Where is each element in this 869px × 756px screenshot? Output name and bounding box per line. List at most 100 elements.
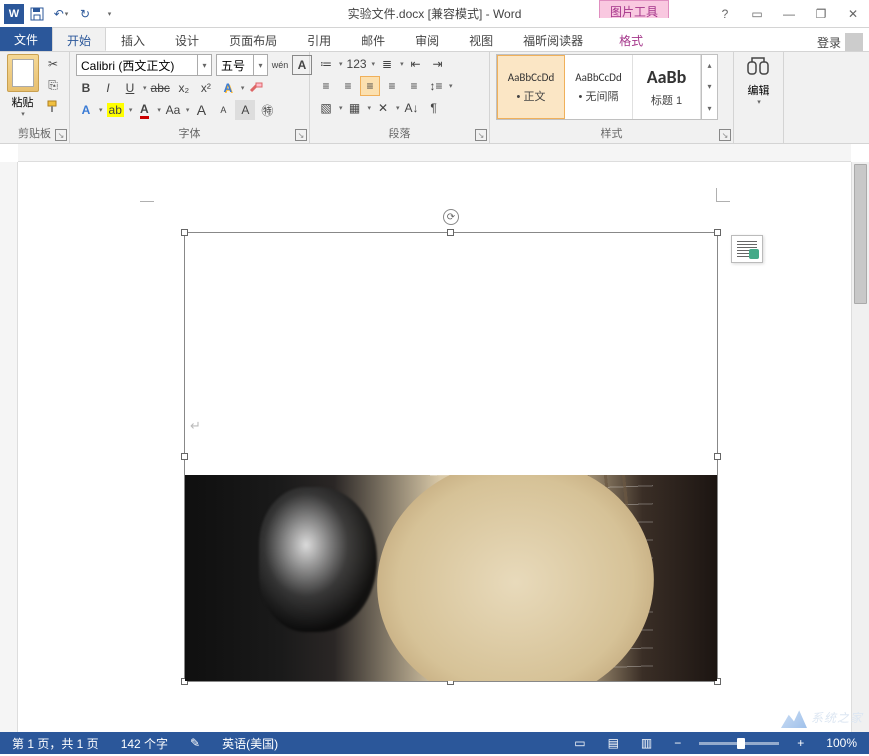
borders-button[interactable]: ▦ xyxy=(345,98,365,118)
qat-customize[interactable]: ▾ xyxy=(98,3,120,25)
tab-layout[interactable]: 页面布局 xyxy=(214,27,292,51)
line-spacing-button[interactable]: ↕≡ xyxy=(426,76,446,96)
numbering-button[interactable]: 123 xyxy=(345,54,369,74)
increase-indent-button[interactable]: ⇥ xyxy=(428,54,448,74)
avatar-icon xyxy=(845,33,863,51)
vertical-ruler[interactable] xyxy=(0,162,18,732)
resize-handle-ml[interactable] xyxy=(181,453,188,460)
style-normal[interactable]: AaBbCcDd • 正文 xyxy=(497,55,565,119)
horizontal-ruler[interactable] xyxy=(18,144,851,162)
tab-picture-format[interactable]: 格式 xyxy=(604,27,658,51)
tab-insert[interactable]: 插入 xyxy=(106,27,160,51)
paragraph-launcher[interactable]: ↘ xyxy=(475,129,487,141)
align-center-button[interactable]: ≡ xyxy=(338,76,358,96)
tab-references[interactable]: 引用 xyxy=(292,27,346,51)
text-effects2-button[interactable]: A xyxy=(76,100,96,120)
redo-button[interactable]: ↻ xyxy=(74,3,96,25)
show-marks-button[interactable]: ¶ xyxy=(424,98,444,118)
format-painter-button[interactable] xyxy=(43,96,63,116)
resize-handle-tm[interactable] xyxy=(447,229,454,236)
superscript-button[interactable]: x² xyxy=(196,78,216,98)
align-right-button[interactable]: ≡ xyxy=(360,76,380,96)
bullets-button[interactable]: ≔ xyxy=(316,54,336,74)
zoom-out-button[interactable]: − xyxy=(670,732,685,754)
shading-button[interactable]: ▧ xyxy=(316,98,336,118)
justify-button[interactable]: ≡ xyxy=(382,76,402,96)
zoom-in-button[interactable]: + xyxy=(793,732,808,754)
underline-button[interactable]: U xyxy=(120,78,140,98)
view-web-layout[interactable]: ▥ xyxy=(637,732,656,754)
styles-more[interactable]: ▴▾▾ xyxy=(701,55,717,119)
scroll-thumb[interactable] xyxy=(854,164,867,304)
find-button[interactable]: 编辑 ▾ xyxy=(746,54,772,143)
font-size-input[interactable] xyxy=(217,55,253,75)
text-effects-button[interactable]: A xyxy=(218,78,238,98)
phonetic-guide-button[interactable]: wén xyxy=(270,55,290,75)
file-tab[interactable]: 文件 xyxy=(0,27,52,51)
distributed-button[interactable]: ≡ xyxy=(404,76,424,96)
enclose-char-button[interactable]: ㊕ xyxy=(257,100,277,120)
language-status[interactable]: 英语(美国) xyxy=(218,732,282,754)
view-read-mode[interactable]: ▭ xyxy=(570,732,589,754)
vertical-scrollbar[interactable] xyxy=(851,162,869,732)
tab-view[interactable]: 视图 xyxy=(454,27,508,51)
style-heading1[interactable]: AaBb 标题 1 xyxy=(633,55,701,119)
selected-image-frame[interactable]: ⟳ xyxy=(184,232,718,682)
status-bar: 第 1 页，共 1 页 142 个字 ✎ 英语(美国) ▭ ▤ ▥ − + 10… xyxy=(0,732,869,754)
align-left-button[interactable]: ≡ xyxy=(316,76,336,96)
styles-launcher[interactable]: ↘ xyxy=(719,129,731,141)
bold-button[interactable]: B xyxy=(76,78,96,98)
resize-handle-mr[interactable] xyxy=(714,453,721,460)
ribbon-display-options[interactable]: ▭ xyxy=(745,4,769,24)
view-print-layout[interactable]: ▤ xyxy=(604,732,623,754)
font-name-input[interactable] xyxy=(77,55,197,75)
sort-button[interactable]: A↓ xyxy=(402,98,422,118)
restore-button[interactable]: ❐ xyxy=(809,4,833,24)
rotate-handle[interactable]: ⟳ xyxy=(443,209,459,225)
tab-home[interactable]: 开始 xyxy=(52,27,106,51)
subscript-button[interactable]: x₂ xyxy=(174,78,194,98)
tab-foxit-reader[interactable]: 福昕阅读器 xyxy=(508,27,598,51)
clear-formatting-button[interactable] xyxy=(246,78,266,98)
char-border-button[interactable]: A xyxy=(292,55,312,75)
highlight-button[interactable]: ab xyxy=(105,100,126,120)
tab-mailings[interactable]: 邮件 xyxy=(346,27,400,51)
help-button[interactable]: ? xyxy=(713,4,737,24)
zoom-slider[interactable] xyxy=(699,742,779,745)
asian-layout-button[interactable]: ✕ xyxy=(373,98,393,118)
decrease-indent-button[interactable]: ⇤ xyxy=(406,54,426,74)
strikethrough-button[interactable]: abc xyxy=(149,78,172,98)
tab-design[interactable]: 设计 xyxy=(160,27,214,51)
font-name-dropdown[interactable]: ▾ xyxy=(197,55,211,75)
clipboard-launcher[interactable]: ↘ xyxy=(55,129,67,141)
layout-options-button[interactable] xyxy=(731,235,763,263)
document-page[interactable]: ↵ ⟳ xyxy=(40,168,830,732)
zoom-level[interactable]: 100% xyxy=(822,732,861,754)
font-color-button[interactable]: A xyxy=(134,100,154,120)
close-button[interactable]: ✕ xyxy=(841,4,865,24)
paste-button[interactable]: 粘贴 ▾ xyxy=(6,54,39,123)
save-button[interactable] xyxy=(26,3,48,25)
word-count-status[interactable]: 142 个字 xyxy=(117,732,172,754)
page-number-status[interactable]: 第 1 页，共 1 页 xyxy=(8,732,103,754)
copy-button[interactable]: ⎘ xyxy=(43,75,63,95)
resize-handle-tr[interactable] xyxy=(714,229,721,236)
multilevel-button[interactable]: ≣ xyxy=(377,54,397,74)
change-case-button[interactable]: Aa xyxy=(163,100,183,120)
grow-font-button[interactable]: A xyxy=(191,100,211,120)
styles-gallery[interactable]: AaBbCcDd • 正文 AaBbCcDd • 无间隔 AaBb 标题 1 ▴… xyxy=(496,54,718,120)
italic-button[interactable]: I xyxy=(98,78,118,98)
font-launcher[interactable]: ↘ xyxy=(295,129,307,141)
font-size-dropdown[interactable]: ▾ xyxy=(253,55,267,75)
cut-button[interactable]: ✂ xyxy=(43,54,63,74)
proofing-status[interactable]: ✎ xyxy=(186,732,204,754)
zoom-slider-thumb[interactable] xyxy=(737,738,745,749)
style-nospacing[interactable]: AaBbCcDd • 无间隔 xyxy=(565,55,633,119)
sign-in[interactable]: 登录 xyxy=(817,33,863,51)
char-shading-button[interactable]: A xyxy=(235,100,255,120)
resize-handle-tl[interactable] xyxy=(181,229,188,236)
undo-button[interactable]: ↶▾ xyxy=(50,3,72,25)
minimize-button[interactable]: — xyxy=(777,4,801,24)
tab-review[interactable]: 审阅 xyxy=(400,27,454,51)
shrink-font-button[interactable]: A xyxy=(213,100,233,120)
